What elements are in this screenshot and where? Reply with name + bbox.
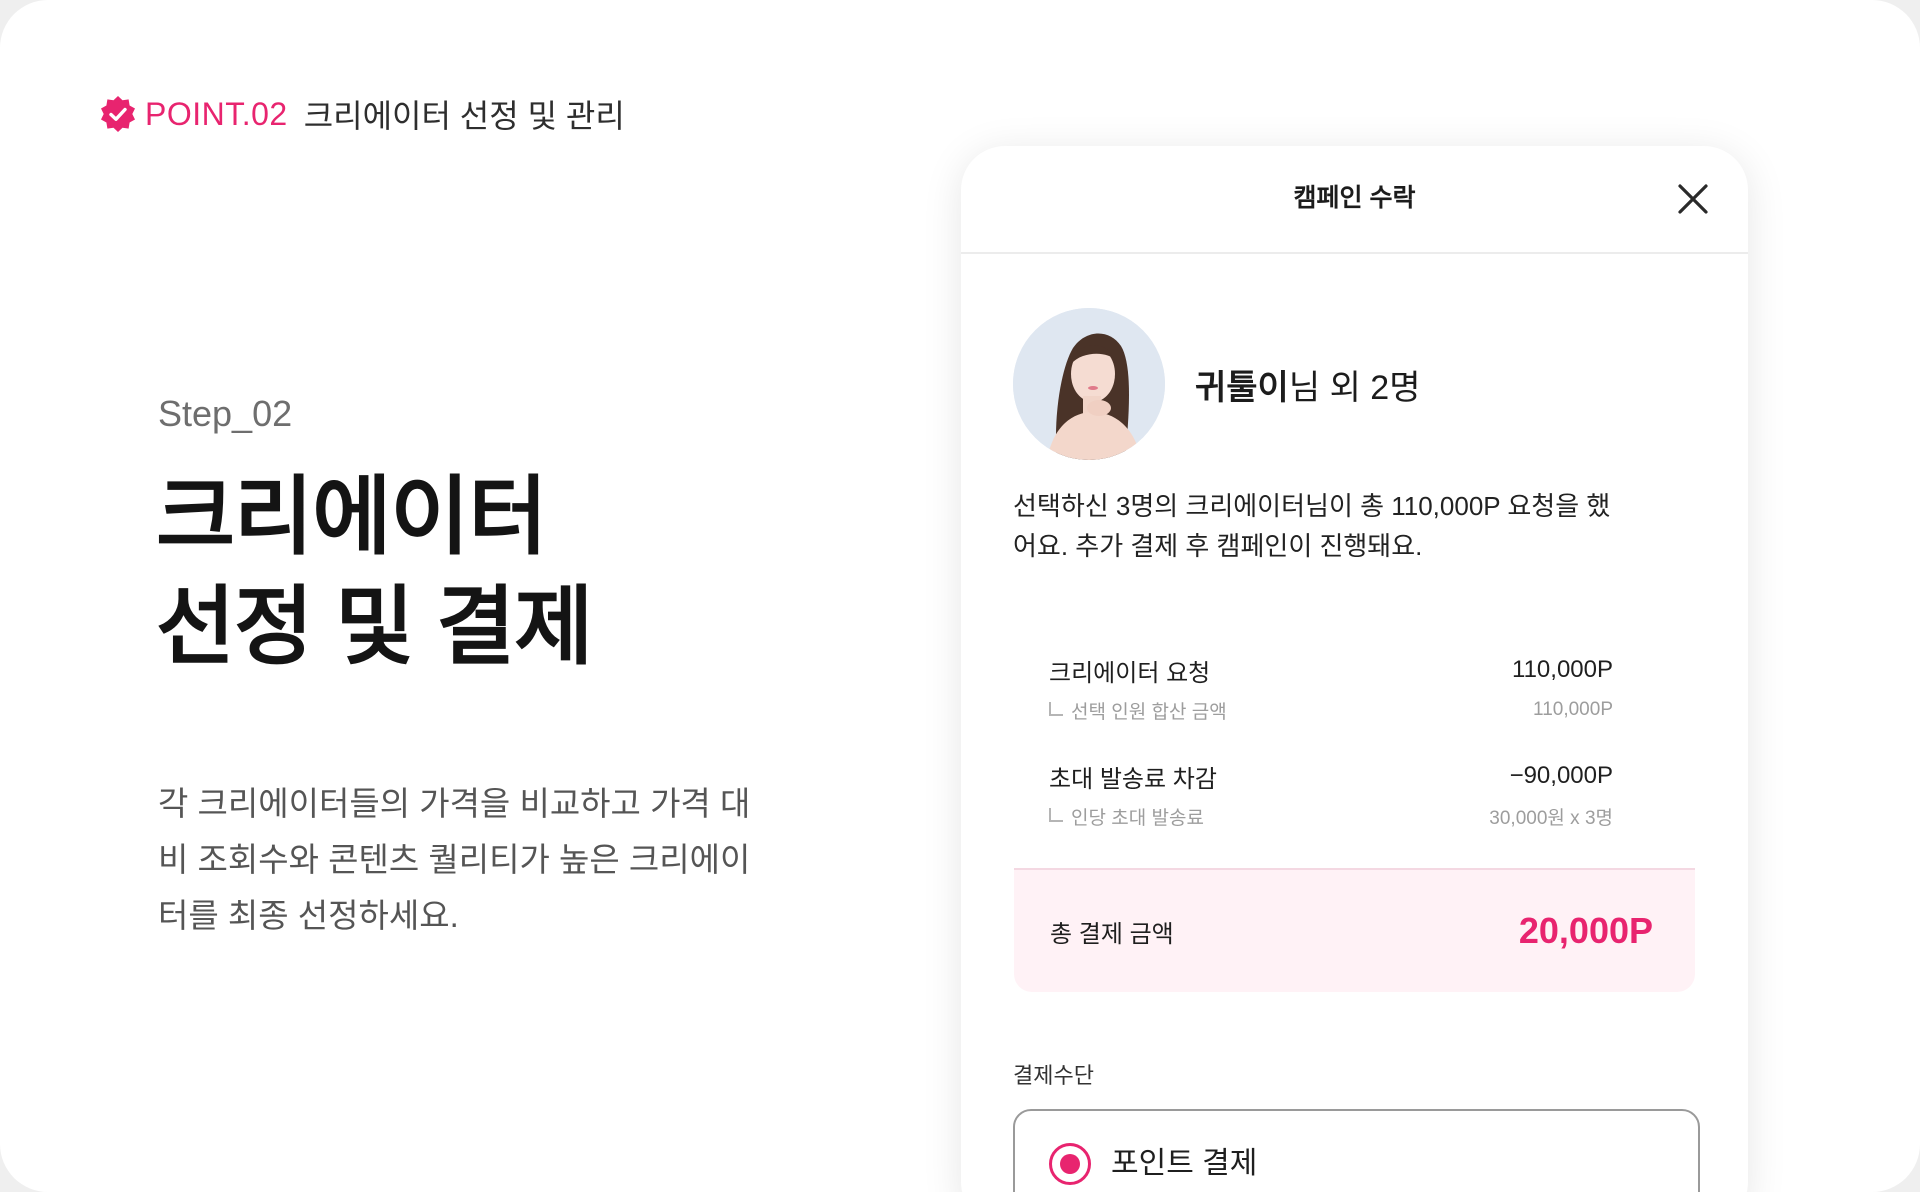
creator-summary: 귀툴이님 외 2명 bbox=[1013, 308, 1421, 460]
point-header: POINT.02 크리에이터 선정 및 관리 bbox=[100, 94, 625, 134]
description-line-2: 비 조회수와 콘텐츠 퀄리티가 높은 크리에이 bbox=[158, 841, 751, 878]
breakdown-sub-row: 선택 인원 합산 금액 110,000P bbox=[1049, 692, 1613, 728]
message-line-1: 선택하신 3명의 크리에이터님이 총 110,000P 요청을 했 bbox=[1013, 491, 1611, 521]
amount-breakdown: 크리에이터 요청 110,000P 선택 인원 합산 금액 110,000P 초… bbox=[1049, 648, 1613, 860]
row-value: −90,000P bbox=[1509, 762, 1613, 789]
creator-name: 귀툴이님 외 2명 bbox=[1195, 360, 1421, 409]
total-label: 총 결제 금액 bbox=[1050, 920, 1174, 948]
payment-option-label: 포인트 결제 bbox=[1111, 1147, 1258, 1180]
step-label: Step_02 bbox=[158, 393, 293, 434]
message-line-2: 어요. 추가 결제 후 캠페인이 진행돼요. bbox=[1013, 531, 1423, 561]
breakdown-sub-row: 인당 초대 발송료 30,000원 x 3명 bbox=[1049, 798, 1613, 834]
creator-name-bold: 귀툴이 bbox=[1195, 368, 1289, 407]
payment-option-point[interactable]: 포인트 결제 bbox=[1013, 1109, 1700, 1192]
modal-title: 캠페인 수락 bbox=[1293, 184, 1416, 212]
description-line-1: 각 크리에이터들의 가격을 비교하고 가격 대 bbox=[158, 785, 751, 822]
radio-dot bbox=[1060, 1154, 1080, 1174]
breakdown-row: 크리에이터 요청 110,000P bbox=[1049, 648, 1613, 692]
creator-avatar bbox=[1013, 308, 1165, 460]
row-sub-value: 30,000원 x 3명 bbox=[1489, 807, 1613, 829]
modal-header: 캠페인 수락 bbox=[961, 146, 1748, 254]
row-value: 110,000P bbox=[1512, 656, 1613, 683]
description: 각 크리에이터들의 가격을 비교하고 가격 대 비 조회수와 콘텐츠 퀄리티가 … bbox=[158, 776, 758, 944]
headline-line-1: 크리에이터 bbox=[156, 469, 548, 565]
point-label: POINT.02 bbox=[145, 95, 288, 132]
row-sub-label: 인당 초대 발송료 bbox=[1049, 803, 1204, 830]
close-icon[interactable] bbox=[1676, 182, 1710, 216]
row-sub-label: 선택 인원 합산 금액 bbox=[1049, 697, 1227, 724]
page-background: POINT.02 크리에이터 선정 및 관리 Step_02 크리에이터 선정 … bbox=[0, 0, 1920, 1192]
verified-badge-icon bbox=[101, 96, 135, 132]
creator-name-suffix: 님 외 2명 bbox=[1288, 368, 1421, 407]
campaign-accept-modal: 캠페인 수락 귀툴이님 외 2명 선택하신 3명의 크리에이터님이 총 110,… bbox=[961, 146, 1748, 1192]
payment-method-label: 결제수단 bbox=[1013, 1063, 1094, 1088]
description-line-3: 터를 최종 선정하세요. bbox=[158, 897, 459, 934]
total-value: 20,000P bbox=[1518, 910, 1653, 951]
point-title: 크리에이터 선정 및 관리 bbox=[303, 98, 625, 134]
headline: 크리에이터 선정 및 결제 bbox=[156, 462, 593, 682]
row-label: 크리에이터 요청 bbox=[1049, 659, 1211, 687]
headline-line-2: 선정 및 결제 bbox=[156, 579, 593, 675]
radio-selected-icon[interactable] bbox=[1049, 1143, 1091, 1185]
row-sub-value: 110,000P bbox=[1533, 699, 1613, 720]
total-amount-box: 총 결제 금액 20,000P bbox=[1014, 868, 1695, 992]
breakdown-row: 초대 발송료 차감 −90,000P bbox=[1049, 754, 1613, 798]
request-message: 선택하신 3명의 크리에이터님이 총 110,000P 요청을 했 어요. 추가… bbox=[1013, 486, 1633, 566]
row-label: 초대 발송료 차감 bbox=[1049, 765, 1217, 793]
